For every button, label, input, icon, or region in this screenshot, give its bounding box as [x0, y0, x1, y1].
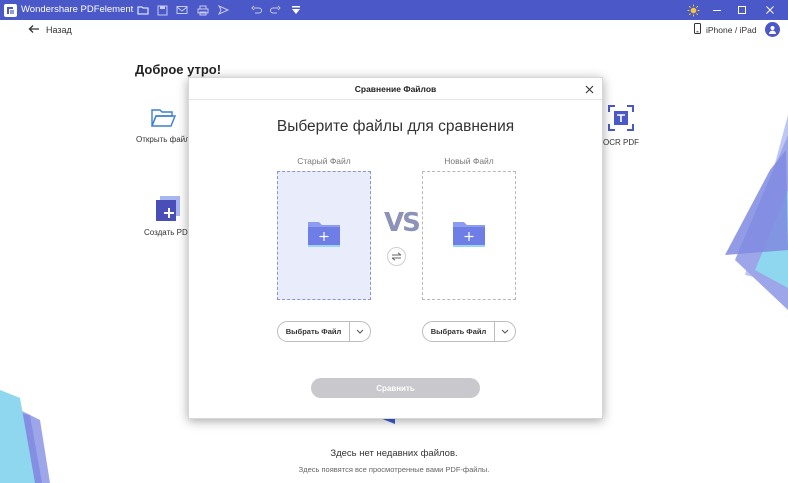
back-button[interactable]: Назад: [28, 24, 72, 36]
send-icon[interactable]: [216, 3, 230, 17]
new-file-label: Новый Файл: [444, 156, 494, 166]
greeting: Доброе утро!: [135, 62, 222, 77]
compare-files-dialog: Сравнение Файлов Выберите файлы для срав…: [188, 77, 603, 419]
select-old-file-button[interactable]: Выбрать Файл: [277, 321, 371, 342]
create-pdf-label: Создать PDF: [144, 228, 193, 237]
open-file-tile[interactable]: Открыть файл: [136, 107, 190, 144]
compare-button[interactable]: Сравнить: [311, 378, 480, 398]
open-file-label: Открыть файл: [136, 135, 190, 144]
select-old-file-label[interactable]: Выбрать Файл: [278, 322, 350, 341]
dialog-header: Сравнение Файлов: [189, 78, 602, 100]
back-label: Назад: [46, 25, 72, 35]
chevron-down-icon[interactable]: [495, 322, 515, 341]
old-file-label: Старый Файл: [297, 156, 351, 166]
add-folder-icon: [307, 218, 341, 253]
undo-icon[interactable]: [249, 3, 263, 17]
empty-state-title: Здесь нет недавних файлов.: [330, 448, 458, 459]
dialog-title: Сравнение Файлов: [354, 84, 437, 94]
app-logo-icon: [4, 4, 17, 17]
add-folder-icon: [452, 218, 486, 253]
device-label: iPhone / iPad: [706, 24, 757, 35]
create-pdf-icon: [155, 196, 181, 224]
swap-files-button[interactable]: [387, 247, 406, 266]
old-file-dropzone[interactable]: [277, 171, 371, 300]
empty-state-subtitle: Здесь появятся все просмотренные вами PD…: [298, 465, 490, 474]
title-bar: Wondershare PDFelement: [0, 0, 788, 20]
swap-icon: [391, 252, 402, 261]
decorative-papers-right: [725, 115, 788, 310]
select-new-file-label[interactable]: Выбрать Файл: [423, 322, 495, 341]
user-icon: [769, 26, 776, 34]
ocr-pdf-tile[interactable]: OCR PDF: [603, 104, 639, 147]
avatar[interactable]: [765, 22, 780, 37]
open-folder-icon: [150, 107, 176, 131]
app-title: Wondershare PDFelement: [21, 4, 134, 15]
ocr-icon: [607, 104, 635, 134]
redo-icon[interactable]: [268, 3, 282, 17]
sun-icon[interactable]: [686, 3, 700, 17]
dropdown-icon[interactable]: [289, 3, 303, 17]
device-link[interactable]: iPhone / iPad: [694, 23, 757, 36]
dialog-heading: Выберите файлы для сравнения: [276, 118, 515, 135]
create-pdf-tile[interactable]: Создать PDF: [144, 196, 193, 237]
chevron-down-icon[interactable]: [350, 322, 370, 341]
folder-icon[interactable]: [136, 3, 150, 17]
ocr-pdf-label: OCR PDF: [603, 138, 639, 147]
minimize-icon[interactable]: [705, 0, 729, 20]
save-icon[interactable]: [155, 3, 169, 17]
close-icon[interactable]: [758, 0, 782, 20]
maximize-icon[interactable]: [730, 0, 754, 20]
close-dialog-icon[interactable]: [582, 82, 596, 96]
print-icon[interactable]: [196, 3, 210, 17]
phone-icon: [694, 23, 701, 36]
new-file-dropzone[interactable]: [422, 171, 516, 300]
arrow-left-icon: [28, 24, 40, 36]
vs-label: VS: [384, 208, 421, 238]
select-new-file-button[interactable]: Выбрать Файл: [422, 321, 516, 342]
mail-icon[interactable]: [175, 3, 189, 17]
